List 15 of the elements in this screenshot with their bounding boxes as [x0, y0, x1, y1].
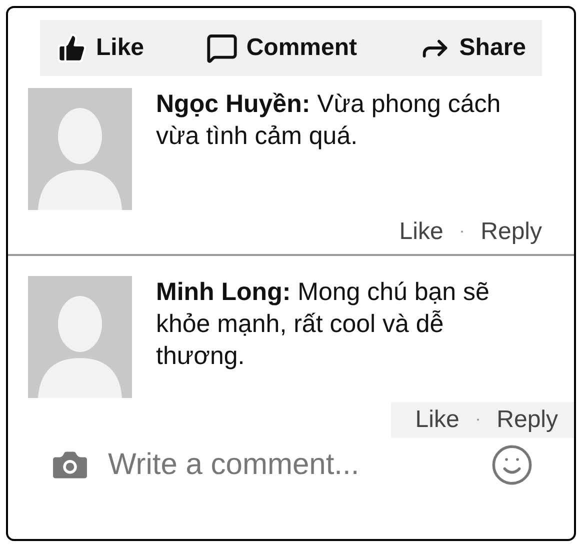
emoji-icon[interactable] [490, 442, 534, 486]
action-button[interactable]: Comment [206, 30, 357, 66]
comment-text: Minh Long: Mong chú bạn sẽ khỏe mạnh, rất cool và dễ thương. [156, 277, 490, 372]
action-button[interactable]: Like [56, 30, 144, 66]
thumbs-up-icon [56, 32, 88, 64]
speech-bubble-icon [206, 32, 238, 64]
like-link[interactable]: Like [415, 402, 460, 438]
comment-input[interactable]: Write a comment... [108, 442, 474, 487]
comment-text: Ngọc Huyền: Vừa phong cách vừa tình cảm quá. [156, 89, 502, 152]
action-button[interactable]: Share [419, 30, 526, 66]
reply-link[interactable]: Reply [496, 402, 558, 438]
separator-dot: · [475, 410, 481, 430]
like-link[interactable]: Like [399, 214, 444, 250]
separator-dot: · [459, 222, 465, 242]
reply-link[interactable]: Reply [480, 214, 542, 250]
